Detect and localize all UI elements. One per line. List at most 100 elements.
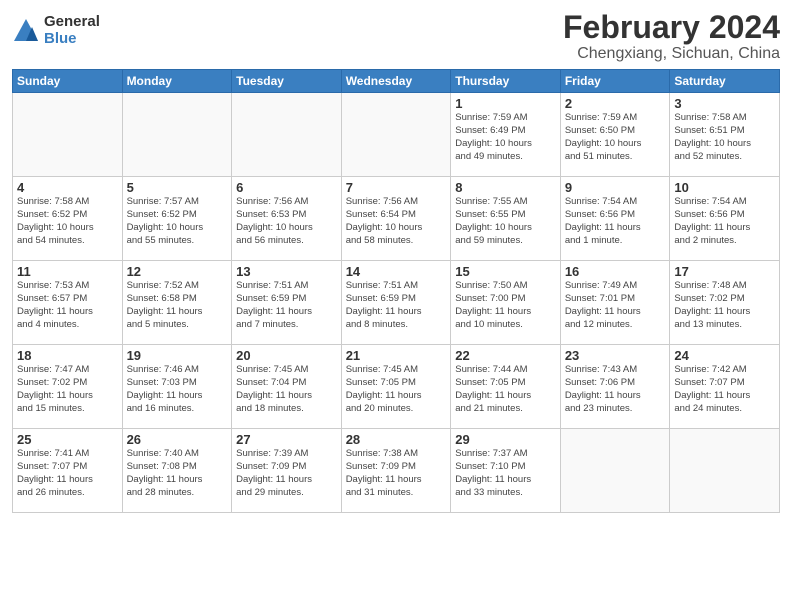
logo-general-text: General	[44, 14, 100, 31]
day-info: Sunrise: 7:56 AM Sunset: 6:53 PM Dayligh…	[236, 196, 337, 247]
day-info: Sunrise: 7:45 AM Sunset: 7:05 PM Dayligh…	[346, 364, 447, 415]
calendar-cell: 1Sunrise: 7:59 AM Sunset: 6:49 PM Daylig…	[451, 93, 561, 177]
calendar-cell	[122, 93, 232, 177]
calendar-cell: 7Sunrise: 7:56 AM Sunset: 6:54 PM Daylig…	[341, 177, 451, 261]
day-info: Sunrise: 7:58 AM Sunset: 6:51 PM Dayligh…	[674, 112, 775, 163]
calendar-week-5: 25Sunrise: 7:41 AM Sunset: 7:07 PM Dayli…	[13, 429, 780, 513]
header-wednesday: Wednesday	[341, 70, 451, 93]
day-info: Sunrise: 7:38 AM Sunset: 7:09 PM Dayligh…	[346, 448, 447, 499]
day-number: 4	[17, 180, 118, 195]
day-info: Sunrise: 7:39 AM Sunset: 7:09 PM Dayligh…	[236, 448, 337, 499]
day-number: 11	[17, 264, 118, 279]
title-area: February 2024 Chengxiang, Sichuan, China	[563, 10, 780, 63]
day-number: 7	[346, 180, 447, 195]
logo-icon	[12, 17, 40, 45]
day-number: 26	[127, 432, 228, 447]
day-number: 3	[674, 96, 775, 111]
calendar-cell: 22Sunrise: 7:44 AM Sunset: 7:05 PM Dayli…	[451, 345, 561, 429]
day-number: 12	[127, 264, 228, 279]
day-number: 16	[565, 264, 666, 279]
day-info: Sunrise: 7:48 AM Sunset: 7:02 PM Dayligh…	[674, 280, 775, 331]
day-number: 15	[455, 264, 556, 279]
calendar-cell: 14Sunrise: 7:51 AM Sunset: 6:59 PM Dayli…	[341, 261, 451, 345]
day-info: Sunrise: 7:53 AM Sunset: 6:57 PM Dayligh…	[17, 280, 118, 331]
day-number: 17	[674, 264, 775, 279]
calendar-cell	[13, 93, 123, 177]
day-number: 22	[455, 348, 556, 363]
day-info: Sunrise: 7:41 AM Sunset: 7:07 PM Dayligh…	[17, 448, 118, 499]
day-info: Sunrise: 7:58 AM Sunset: 6:52 PM Dayligh…	[17, 196, 118, 247]
calendar-week-4: 18Sunrise: 7:47 AM Sunset: 7:02 PM Dayli…	[13, 345, 780, 429]
calendar-cell: 17Sunrise: 7:48 AM Sunset: 7:02 PM Dayli…	[670, 261, 780, 345]
day-number: 24	[674, 348, 775, 363]
day-info: Sunrise: 7:54 AM Sunset: 6:56 PM Dayligh…	[565, 196, 666, 247]
day-number: 18	[17, 348, 118, 363]
day-info: Sunrise: 7:47 AM Sunset: 7:02 PM Dayligh…	[17, 364, 118, 415]
calendar-cell: 16Sunrise: 7:49 AM Sunset: 7:01 PM Dayli…	[560, 261, 670, 345]
day-info: Sunrise: 7:51 AM Sunset: 6:59 PM Dayligh…	[236, 280, 337, 331]
calendar-cell: 5Sunrise: 7:57 AM Sunset: 6:52 PM Daylig…	[122, 177, 232, 261]
calendar-cell: 18Sunrise: 7:47 AM Sunset: 7:02 PM Dayli…	[13, 345, 123, 429]
calendar-cell: 15Sunrise: 7:50 AM Sunset: 7:00 PM Dayli…	[451, 261, 561, 345]
calendar-cell: 24Sunrise: 7:42 AM Sunset: 7:07 PM Dayli…	[670, 345, 780, 429]
day-info: Sunrise: 7:44 AM Sunset: 7:05 PM Dayligh…	[455, 364, 556, 415]
day-info: Sunrise: 7:59 AM Sunset: 6:50 PM Dayligh…	[565, 112, 666, 163]
day-info: Sunrise: 7:56 AM Sunset: 6:54 PM Dayligh…	[346, 196, 447, 247]
day-number: 29	[455, 432, 556, 447]
day-info: Sunrise: 7:59 AM Sunset: 6:49 PM Dayligh…	[455, 112, 556, 163]
day-info: Sunrise: 7:37 AM Sunset: 7:10 PM Dayligh…	[455, 448, 556, 499]
day-info: Sunrise: 7:42 AM Sunset: 7:07 PM Dayligh…	[674, 364, 775, 415]
calendar-cell: 4Sunrise: 7:58 AM Sunset: 6:52 PM Daylig…	[13, 177, 123, 261]
calendar-cell: 27Sunrise: 7:39 AM Sunset: 7:09 PM Dayli…	[232, 429, 342, 513]
header: General Blue February 2024 Chengxiang, S…	[12, 10, 780, 63]
day-number: 5	[127, 180, 228, 195]
calendar-week-2: 4Sunrise: 7:58 AM Sunset: 6:52 PM Daylig…	[13, 177, 780, 261]
day-number: 13	[236, 264, 337, 279]
day-number: 21	[346, 348, 447, 363]
day-info: Sunrise: 7:43 AM Sunset: 7:06 PM Dayligh…	[565, 364, 666, 415]
calendar-cell: 2Sunrise: 7:59 AM Sunset: 6:50 PM Daylig…	[560, 93, 670, 177]
month-title: February 2024	[563, 10, 780, 45]
day-info: Sunrise: 7:50 AM Sunset: 7:00 PM Dayligh…	[455, 280, 556, 331]
day-number: 8	[455, 180, 556, 195]
day-number: 14	[346, 264, 447, 279]
day-number: 23	[565, 348, 666, 363]
calendar-cell: 25Sunrise: 7:41 AM Sunset: 7:07 PM Dayli…	[13, 429, 123, 513]
day-info: Sunrise: 7:45 AM Sunset: 7:04 PM Dayligh…	[236, 364, 337, 415]
header-thursday: Thursday	[451, 70, 561, 93]
calendar-cell	[670, 429, 780, 513]
day-info: Sunrise: 7:52 AM Sunset: 6:58 PM Dayligh…	[127, 280, 228, 331]
header-sunday: Sunday	[13, 70, 123, 93]
calendar-week-3: 11Sunrise: 7:53 AM Sunset: 6:57 PM Dayli…	[13, 261, 780, 345]
day-number: 27	[236, 432, 337, 447]
day-number: 28	[346, 432, 447, 447]
day-number: 19	[127, 348, 228, 363]
calendar-cell: 20Sunrise: 7:45 AM Sunset: 7:04 PM Dayli…	[232, 345, 342, 429]
calendar-cell: 29Sunrise: 7:37 AM Sunset: 7:10 PM Dayli…	[451, 429, 561, 513]
day-number: 20	[236, 348, 337, 363]
calendar-cell: 21Sunrise: 7:45 AM Sunset: 7:05 PM Dayli…	[341, 345, 451, 429]
day-info: Sunrise: 7:40 AM Sunset: 7:08 PM Dayligh…	[127, 448, 228, 499]
header-friday: Friday	[560, 70, 670, 93]
calendar-cell: 10Sunrise: 7:54 AM Sunset: 6:56 PM Dayli…	[670, 177, 780, 261]
calendar-cell: 9Sunrise: 7:54 AM Sunset: 6:56 PM Daylig…	[560, 177, 670, 261]
day-number: 10	[674, 180, 775, 195]
day-info: Sunrise: 7:55 AM Sunset: 6:55 PM Dayligh…	[455, 196, 556, 247]
location-title: Chengxiang, Sichuan, China	[563, 45, 780, 63]
calendar-cell: 23Sunrise: 7:43 AM Sunset: 7:06 PM Dayli…	[560, 345, 670, 429]
calendar-cell: 8Sunrise: 7:55 AM Sunset: 6:55 PM Daylig…	[451, 177, 561, 261]
calendar-week-1: 1Sunrise: 7:59 AM Sunset: 6:49 PM Daylig…	[13, 93, 780, 177]
header-saturday: Saturday	[670, 70, 780, 93]
header-monday: Monday	[122, 70, 232, 93]
day-number: 6	[236, 180, 337, 195]
logo: General Blue	[12, 14, 100, 47]
calendar-table: Sunday Monday Tuesday Wednesday Thursday…	[12, 69, 780, 513]
calendar-cell: 26Sunrise: 7:40 AM Sunset: 7:08 PM Dayli…	[122, 429, 232, 513]
day-number: 2	[565, 96, 666, 111]
day-info: Sunrise: 7:46 AM Sunset: 7:03 PM Dayligh…	[127, 364, 228, 415]
day-info: Sunrise: 7:49 AM Sunset: 7:01 PM Dayligh…	[565, 280, 666, 331]
calendar-cell: 13Sunrise: 7:51 AM Sunset: 6:59 PM Dayli…	[232, 261, 342, 345]
calendar-cell	[341, 93, 451, 177]
calendar-cell	[232, 93, 342, 177]
calendar-cell: 28Sunrise: 7:38 AM Sunset: 7:09 PM Dayli…	[341, 429, 451, 513]
